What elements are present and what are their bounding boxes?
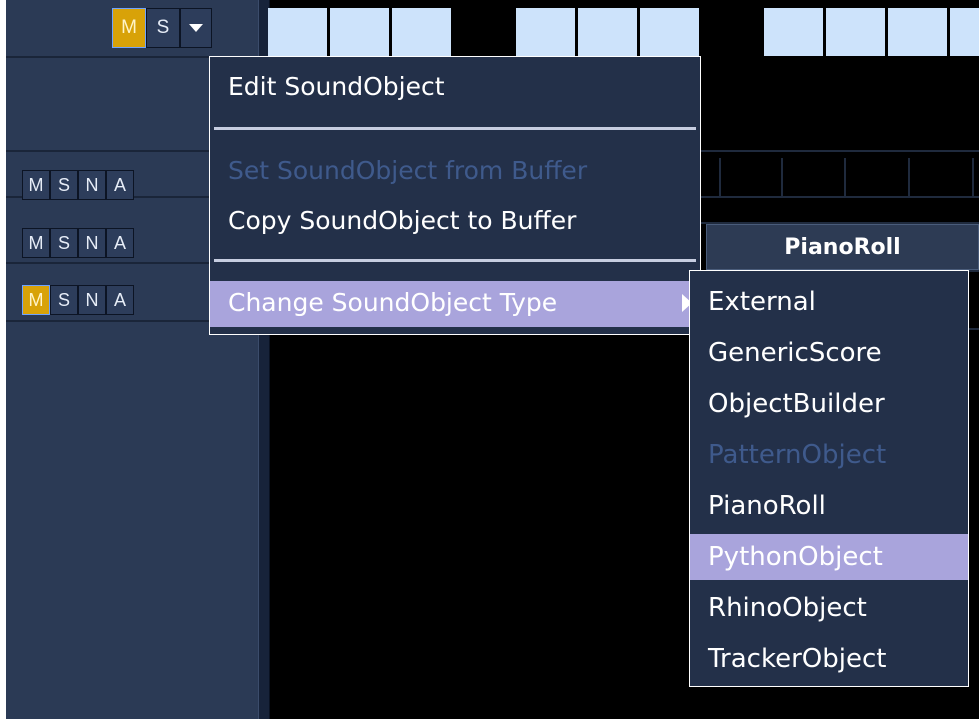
ruler-cell xyxy=(578,8,640,56)
menu-divider xyxy=(214,259,696,262)
submenu-item-patternobject: PatternObject xyxy=(708,440,887,470)
timeline-ruler[interactable] xyxy=(268,8,979,56)
submenu-item-trackerobject[interactable]: TrackerObject xyxy=(690,636,968,682)
submenu-item-pythonobject[interactable]: PythonObject xyxy=(690,534,968,580)
mute-button[interactable]: M xyxy=(112,8,146,48)
ruler-cell xyxy=(454,8,516,56)
soundobject-context-menu: Edit SoundObject Set SoundObject from Bu… xyxy=(209,56,701,335)
menu-item-label: Change SoundObject Type xyxy=(228,288,558,317)
grid-line xyxy=(719,158,721,196)
soundobject-block[interactable]: PianoRoll xyxy=(706,224,979,270)
grid-line xyxy=(972,158,974,196)
submenu-item-objectbuilder[interactable]: ObjectBuilder xyxy=(690,381,968,427)
n-button[interactable]: N xyxy=(78,285,106,315)
solo-button[interactable]: S xyxy=(50,170,78,200)
grid-line xyxy=(781,158,783,196)
soundobject-type-submenu: External GenericScore ObjectBuilder Patt… xyxy=(689,270,969,687)
track-dropdown-button[interactable] xyxy=(180,8,212,48)
menu-item-edit-soundobject[interactable]: Edit SoundObject xyxy=(210,65,700,109)
ruler-cell xyxy=(702,8,764,56)
menu-item-set-from-buffer: Set SoundObject from Buffer xyxy=(228,156,588,185)
ruler-cell xyxy=(392,8,454,56)
submenu-item-rhinoobject[interactable]: RhinoObject xyxy=(690,585,968,631)
ruler-cell xyxy=(640,8,702,56)
ruler-cell xyxy=(516,8,578,56)
solo-button[interactable]: S xyxy=(50,285,78,315)
submenu-item-pianoroll[interactable]: PianoRoll xyxy=(690,483,968,529)
a-button[interactable]: A xyxy=(106,228,134,258)
n-button[interactable]: N xyxy=(78,170,106,200)
menu-divider xyxy=(214,127,696,130)
ruler-cell xyxy=(330,8,392,56)
solo-button[interactable]: S xyxy=(50,228,78,258)
score-editor: M S M S N A M S N A M S N A PianoRoll Ed… xyxy=(6,0,979,719)
ruler-cell xyxy=(950,8,979,56)
ruler-cell xyxy=(268,8,330,56)
mute-button[interactable]: M xyxy=(22,285,50,315)
ruler-cell xyxy=(826,8,888,56)
triangle-down-icon xyxy=(189,23,203,32)
mute-button[interactable]: M xyxy=(22,170,50,200)
n-button[interactable]: N xyxy=(78,228,106,258)
submenu-item-external[interactable]: External xyxy=(690,279,968,325)
ruler-cell xyxy=(764,8,826,56)
submenu-item-genericscore[interactable]: GenericScore xyxy=(690,330,968,376)
ruler-cell xyxy=(888,8,950,56)
solo-button[interactable]: S xyxy=(146,8,180,48)
a-button[interactable]: A xyxy=(106,170,134,200)
a-button[interactable]: A xyxy=(106,285,134,315)
mute-button[interactable]: M xyxy=(22,228,50,258)
menu-item-copy-to-buffer[interactable]: Copy SoundObject to Buffer xyxy=(210,199,700,243)
menu-item-change-type[interactable]: Change SoundObject Type xyxy=(210,281,700,327)
grid-line xyxy=(844,158,846,196)
grid-line xyxy=(908,158,910,196)
